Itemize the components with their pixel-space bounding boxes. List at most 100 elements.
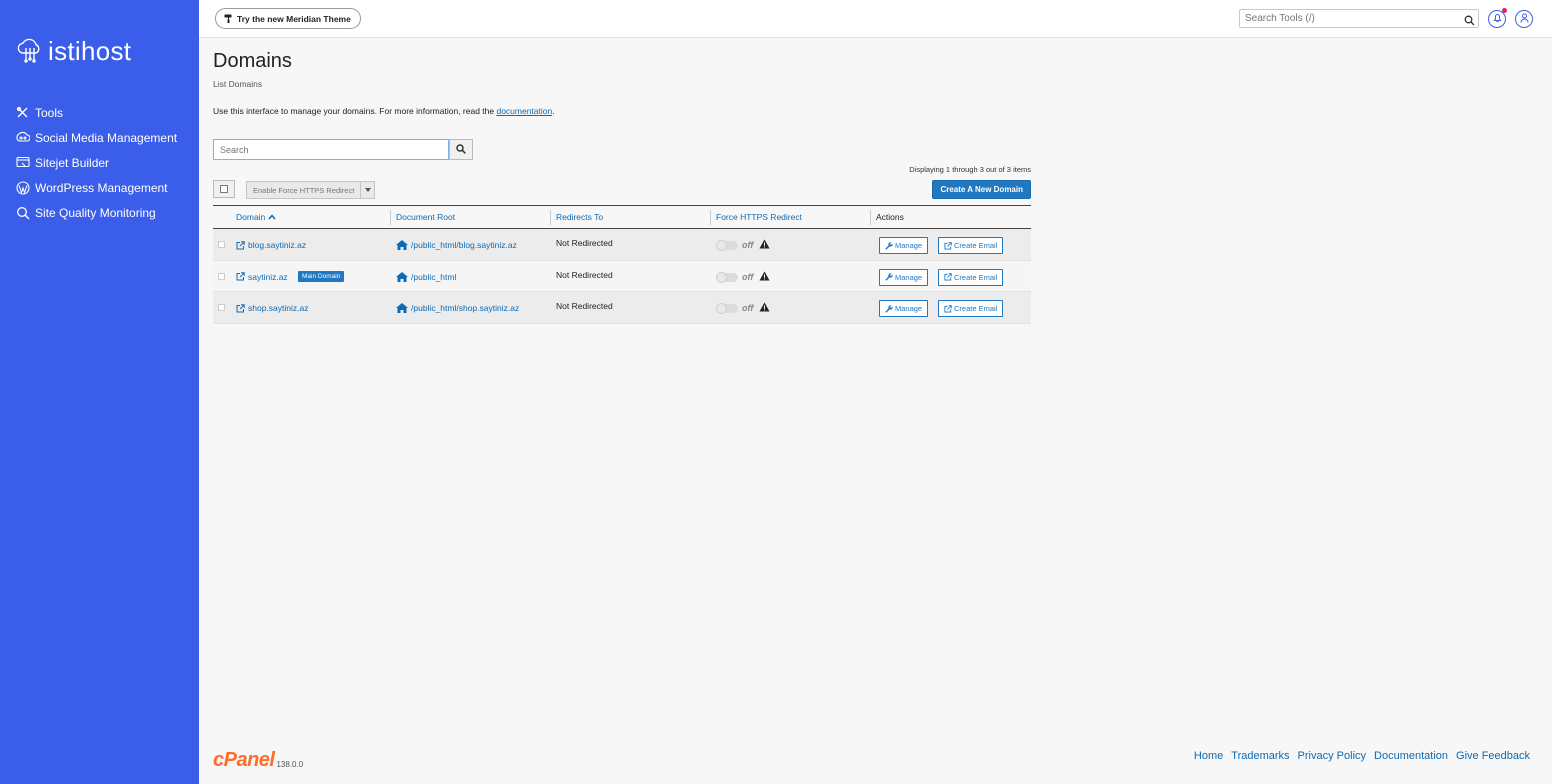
footer-link-documentation[interactable]: Documentation xyxy=(1374,750,1448,762)
sort-ascending-icon xyxy=(268,212,276,222)
sidebar-item-social-media[interactable]: Social Media Management xyxy=(0,125,199,150)
wordpress-icon xyxy=(15,180,30,195)
external-link-icon xyxy=(236,272,245,281)
row-checkbox[interactable] xyxy=(218,304,225,311)
row-checkbox[interactable] xyxy=(218,272,225,280)
manage-label: Manage xyxy=(895,272,923,282)
domain-name: blog.saytiniz.az xyxy=(248,240,307,250)
cpanel-logo[interactable]: cPanel 138.0.0 xyxy=(213,750,303,770)
search-button[interactable] xyxy=(449,139,473,160)
home-icon xyxy=(396,271,408,282)
home-icon xyxy=(396,240,408,250)
sidebar-item-sitejet[interactable]: Sitejet Builder xyxy=(0,150,199,175)
column-divider xyxy=(710,210,711,225)
footer-link-give-feedback[interactable]: Give Feedback xyxy=(1456,750,1530,762)
footer-link-trademarks[interactable]: Trademarks xyxy=(1231,750,1289,762)
external-link-icon xyxy=(236,303,245,313)
create-email-button[interactable]: Create Email xyxy=(938,237,1004,254)
manage-button[interactable]: Manage xyxy=(879,237,929,254)
sitejet-icon xyxy=(15,155,30,170)
document-root-link[interactable]: /public_html/shop.saytiniz.az xyxy=(396,303,519,313)
toggle-state-label: off xyxy=(742,240,754,250)
domain-name: saytiniz.az xyxy=(248,271,288,282)
user-menu-button[interactable] xyxy=(1515,10,1533,28)
cloud-logo-icon xyxy=(14,34,44,69)
top-bar: Try the new Meridian Theme xyxy=(199,0,1552,38)
create-email-label: Create Email xyxy=(954,272,998,282)
tools-icon xyxy=(15,105,30,120)
create-email-label: Create Email xyxy=(954,304,998,313)
document-root-path: /public_html xyxy=(411,271,457,282)
sidebar-item-tools[interactable]: Tools xyxy=(0,100,199,125)
footer-link-home[interactable]: Home xyxy=(1194,750,1223,762)
row-checkbox[interactable] xyxy=(218,241,225,248)
search-tools-input[interactable] xyxy=(1239,9,1479,28)
try-meridian-theme-button[interactable]: Try the new Meridian Theme xyxy=(215,8,361,29)
documentation-link[interactable]: documentation xyxy=(496,106,552,116)
brand-name: istihost xyxy=(48,36,132,66)
column-label: Domain xyxy=(236,212,266,222)
toggle-knob xyxy=(716,303,727,314)
table-row: shop.saytiniz.az /public_html/shop.sayti… xyxy=(213,292,1031,324)
domain-link[interactable]: blog.saytiniz.az xyxy=(236,240,306,250)
redirect-status: Not Redirected xyxy=(556,238,613,248)
column-divider xyxy=(390,210,391,225)
domain-link[interactable]: shop.saytiniz.az xyxy=(236,303,308,313)
column-divider xyxy=(870,210,871,225)
redirect-status: Not Redirected xyxy=(556,301,613,311)
warning-icon[interactable] xyxy=(759,302,770,312)
column-divider xyxy=(550,210,551,225)
bell-icon xyxy=(1493,10,1502,28)
force-https-toggle[interactable] xyxy=(716,271,738,283)
toggle-state-label: off xyxy=(742,303,754,313)
manage-label: Manage xyxy=(895,241,923,250)
checkbox-box xyxy=(220,185,228,193)
notification-dot xyxy=(1502,8,1507,13)
table-row: saytiniz.az Main Domain /public_html Not… xyxy=(213,260,1031,292)
page-title: Domains xyxy=(213,50,292,72)
select-all-checkbox[interactable] xyxy=(213,180,235,198)
sidebar-item-label: Site Quality Monitoring xyxy=(35,205,156,220)
document-root-link[interactable]: /public_html xyxy=(396,271,457,282)
create-email-button[interactable]: Create Email xyxy=(938,268,1004,286)
toggle-knob xyxy=(716,240,727,251)
caret-down-icon[interactable] xyxy=(360,182,374,198)
sidebar-item-wordpress[interactable]: WordPress Management xyxy=(0,175,199,200)
table-header: Domain Document Root Redirects To Force … xyxy=(213,206,1031,229)
social-icon xyxy=(15,130,30,145)
bulk-action-dropdown[interactable]: Enable Force HTTPS Redirect xyxy=(246,181,376,199)
cpanel-version: 138.0.0 xyxy=(276,760,304,769)
create-new-domain-button[interactable]: Create A New Domain xyxy=(932,180,1031,199)
column-header-document-root[interactable]: Document Root xyxy=(396,212,455,222)
sidebar-item-label: Social Media Management xyxy=(35,130,178,145)
column-header-force-https[interactable]: Force HTTPS Redirect xyxy=(716,212,802,222)
page-subtitle: List Domains xyxy=(213,79,263,89)
column-header-redirects-to[interactable]: Redirects To xyxy=(556,212,603,222)
domain-search-input[interactable] xyxy=(213,139,449,160)
toggle-knob xyxy=(716,271,727,283)
wrench-icon xyxy=(885,241,893,250)
manage-button[interactable]: Manage xyxy=(879,268,929,286)
footer-link-privacy-policy[interactable]: Privacy Policy xyxy=(1298,750,1366,762)
sidebar-item-label: WordPress Management xyxy=(35,180,168,195)
force-https-toggle[interactable] xyxy=(716,240,738,251)
external-link-icon xyxy=(944,304,952,313)
redirect-status: Not Redirected xyxy=(556,269,613,280)
theme-button-label: Try the new Meridian Theme xyxy=(237,13,351,24)
warning-icon[interactable] xyxy=(759,239,770,249)
manage-label: Manage xyxy=(895,304,923,313)
brand-logo[interactable]: istihost xyxy=(14,34,131,69)
manage-button[interactable]: Manage xyxy=(879,300,929,317)
domains-table: Domain Document Root Redirects To Force … xyxy=(213,205,1031,324)
domain-link[interactable]: saytiniz.az xyxy=(236,272,288,282)
wrench-icon xyxy=(885,304,893,313)
sidebar-item-site-quality[interactable]: Site Quality Monitoring xyxy=(0,200,199,225)
force-https-toggle[interactable] xyxy=(716,303,738,314)
document-root-link[interactable]: /public_html/blog.saytiniz.az xyxy=(396,240,517,250)
column-header-domain[interactable]: Domain xyxy=(236,212,276,222)
intro-text-body: Use this interface to manage your domain… xyxy=(213,106,497,116)
warning-icon[interactable] xyxy=(759,271,770,281)
search-icon[interactable] xyxy=(1464,13,1475,26)
table-row: blog.saytiniz.az /public_html/blog.sayti… xyxy=(213,229,1031,261)
create-email-button[interactable]: Create Email xyxy=(938,300,1004,317)
